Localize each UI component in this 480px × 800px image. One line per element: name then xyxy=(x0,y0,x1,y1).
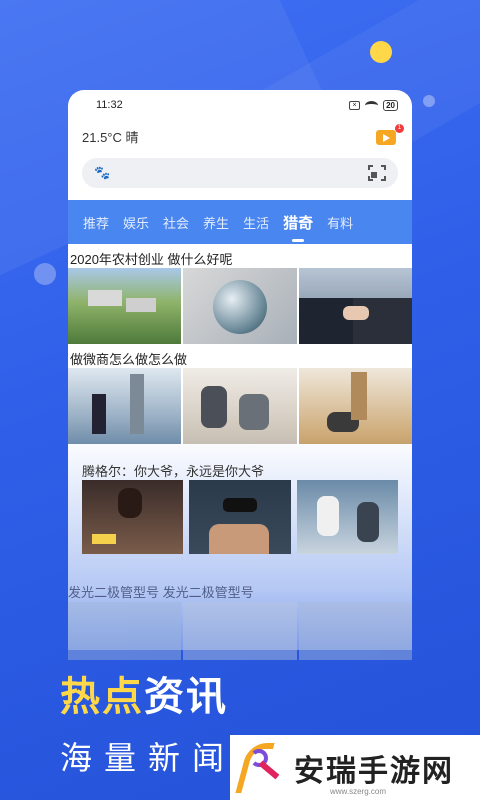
news-card[interactable]: 做微商怎么做怎么做 xyxy=(68,344,412,444)
tv-icon[interactable]: 1 xyxy=(376,124,404,146)
news-thumbnail xyxy=(183,268,297,344)
tab-entertainment[interactable]: 娱乐 xyxy=(116,213,156,232)
tab-youliao[interactable]: 有料 xyxy=(320,213,360,232)
news-thumbnails-faded xyxy=(68,602,412,660)
news-title[interactable]: 腾格尔：你大爷，永远是你大爷 xyxy=(82,456,398,480)
promo-subtitle: 海量新闻 xyxy=(60,740,237,776)
news-thumbnail xyxy=(296,480,398,554)
battery-icon: 20 xyxy=(383,99,398,111)
news-thumbnail xyxy=(298,268,412,344)
news-thumbnail xyxy=(68,368,182,444)
watermark-url: www.szerg.com xyxy=(330,787,387,796)
news-title[interactable]: 发光二极管型号 发光二极管型号 xyxy=(68,582,254,601)
tab-curiosity[interactable]: 猎奇 xyxy=(276,212,320,242)
sim-icon: × xyxy=(349,100,361,110)
site-logo-icon xyxy=(235,739,288,797)
news-title[interactable]: 2020年农村创业 做什么好呢 xyxy=(68,244,412,268)
promo-title: 热点资讯 xyxy=(60,664,228,722)
decorative-dot xyxy=(370,41,392,63)
category-tabs: 推荐 娱乐 社会 养生 生活 猎奇 有料 xyxy=(68,200,412,244)
wifi-icon xyxy=(365,100,379,110)
news-card[interactable]: 腾格尔：你大爷，永远是你大爷 xyxy=(82,456,398,554)
scan-icon[interactable] xyxy=(368,165,386,181)
status-bar: 11:32 × 20 xyxy=(68,90,412,120)
tab-recommend[interactable]: 推荐 xyxy=(76,213,116,232)
promo-title-rest: 资讯 xyxy=(144,675,228,719)
paw-icon: 🐾 xyxy=(94,165,111,180)
tab-health[interactable]: 养生 xyxy=(196,213,236,232)
decorative-dot xyxy=(34,263,56,285)
tab-society[interactable]: 社会 xyxy=(156,213,196,232)
news-thumbnail xyxy=(68,268,182,344)
news-thumbnail xyxy=(298,368,412,444)
search-input[interactable]: 🐾 xyxy=(82,158,398,188)
news-thumbnail xyxy=(189,480,291,554)
promo-title-highlight: 热点 xyxy=(60,675,144,719)
status-time: 11:32 xyxy=(96,99,123,111)
watermark-text: 安瑞手游网 xyxy=(294,754,454,788)
news-card[interactable]: 2020年农村创业 做什么好呢 xyxy=(68,244,412,344)
tab-life[interactable]: 生活 xyxy=(236,213,276,232)
news-title[interactable]: 做微商怎么做怎么做 xyxy=(68,344,412,368)
news-thumbnail xyxy=(82,480,184,554)
news-feed: 2020年农村创业 做什么好呢 做微商怎么做怎么做 xyxy=(68,244,412,650)
news-thumbnail xyxy=(183,368,297,444)
phone-screen: 11:32 × 20 21.5°C 晴 1 🐾 推荐 娱乐 社会 养生 生活 猎… xyxy=(68,90,412,650)
weather-text[interactable]: 21.5°C 晴 xyxy=(82,127,139,146)
decorative-dot xyxy=(423,95,435,107)
